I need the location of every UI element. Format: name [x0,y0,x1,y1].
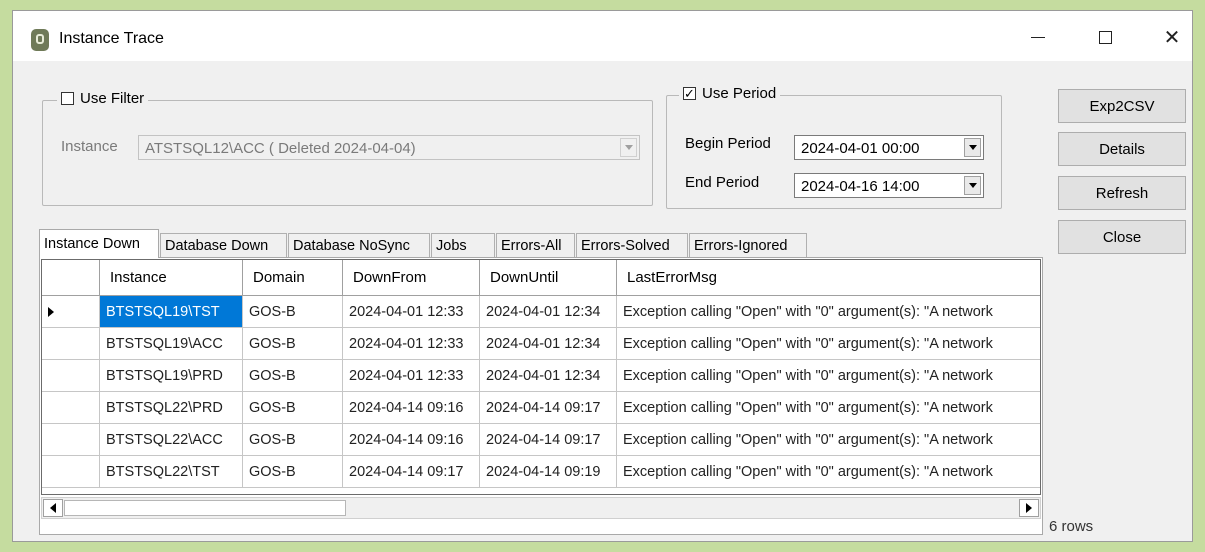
checkmark-icon: ✓ [684,86,695,101]
cell-instance[interactable]: BTSTSQL19\TST [100,296,243,328]
tab-errors-ignored[interactable]: Errors-Ignored [689,233,807,257]
row-header[interactable] [42,456,100,488]
window-title: Instance Trace [59,30,164,47]
row-header-corner [42,260,100,296]
end-period-datepicker[interactable]: 2024-04-16 14:00 [794,173,984,198]
begin-period-dropdown-button[interactable] [964,138,981,157]
arrow-right-icon [1026,503,1032,513]
use-filter-label: Use Filter [80,90,145,107]
horizontal-scrollbar[interactable] [41,497,1041,519]
tab-jobs[interactable]: Jobs [431,233,495,257]
tab-instance-down[interactable]: Instance Down [39,229,159,258]
scroll-left-button[interactable] [43,499,63,517]
cell-downfrom[interactable]: 2024-04-01 12:33 [343,296,480,328]
scroll-right-button[interactable] [1019,499,1039,517]
cell-lasterrormsg[interactable]: Exception calling "Open" with "0" argume… [617,424,1040,456]
arrow-left-icon [50,503,56,513]
cell-downuntil[interactable]: 2024-04-01 12:34 [480,328,617,360]
row-header[interactable] [42,424,100,456]
cell-domain[interactable]: GOS-B [243,328,343,360]
database-app-icon [31,29,49,51]
use-period-checkbox-row[interactable]: ✓ Use Period [679,85,781,102]
tab-database-down[interactable]: Database Down [160,233,287,257]
details-button[interactable]: Details [1058,132,1186,166]
refresh-button[interactable]: Refresh [1058,176,1186,210]
use-filter-checkbox[interactable] [61,92,74,105]
cell-domain[interactable]: GOS-B [243,392,343,424]
cell-lasterrormsg[interactable]: Exception calling "Open" with "0" argume… [617,456,1040,488]
close-icon: ✕ [1163,26,1181,49]
tab-panel-instance-down: Instance Domain DownFrom DownUntil LastE… [39,257,1043,535]
minimize-button[interactable] [1016,17,1060,57]
filter-groupbox: Use Filter Instance ATSTSQL12\ACC ( Dele… [42,90,653,206]
begin-period-datepicker[interactable]: 2024-04-01 00:00 [794,135,984,160]
begin-period-label: Begin Period [685,135,771,152]
cell-lasterrormsg[interactable]: Exception calling "Open" with "0" argume… [617,360,1040,392]
minimize-icon [1031,36,1045,38]
row-header[interactable] [42,296,100,328]
cell-downuntil[interactable]: 2024-04-01 12:34 [480,360,617,392]
cell-downuntil[interactable]: 2024-04-01 12:34 [480,296,617,328]
cell-downuntil[interactable]: 2024-04-14 09:17 [480,424,617,456]
cell-downuntil[interactable]: 2024-04-14 09:19 [480,456,617,488]
instance-combobox[interactable]: ATSTSQL12\ACC ( Deleted 2024-04-04) [138,135,640,160]
cell-domain[interactable]: GOS-B [243,296,343,328]
cell-instance[interactable]: BTSTSQL22\TST [100,456,243,488]
column-header-lasterrormsg[interactable]: LastErrorMsg [617,260,1040,296]
title-bar[interactable]: Instance Trace ✕ [13,11,1192,61]
cell-downfrom[interactable]: 2024-04-14 09:17 [343,456,480,488]
cell-lasterrormsg[interactable]: Exception calling "Open" with "0" argume… [617,328,1040,360]
exp2csv-button[interactable]: Exp2CSV [1058,89,1186,123]
maximize-button[interactable] [1083,17,1127,57]
current-row-pointer-icon [48,306,54,317]
cell-downfrom[interactable]: 2024-04-14 09:16 [343,424,480,456]
use-period-label: Use Period [702,85,777,102]
cell-downfrom[interactable]: 2024-04-01 12:33 [343,360,480,392]
instance-label: Instance [61,138,118,155]
cell-domain[interactable]: GOS-B [243,424,343,456]
column-header-downuntil[interactable]: DownUntil [480,260,617,296]
begin-period-value: 2024-04-01 00:00 [801,140,920,157]
instance-trace-window: Instance Trace ✕ Use Filter Instance ATS… [12,10,1193,542]
tab-errors-all[interactable]: Errors-All [496,233,575,257]
cell-lasterrormsg[interactable]: Exception calling "Open" with "0" argume… [617,392,1040,424]
cell-instance[interactable]: BTSTSQL22\ACC [100,424,243,456]
row-count-status: 6 rows [1049,518,1094,535]
chevron-down-icon [624,145,633,150]
end-period-label: End Period [685,174,760,191]
cell-instance[interactable]: BTSTSQL19\PRD [100,360,243,392]
chevron-down-icon [968,183,977,188]
chevron-down-icon [968,145,977,150]
use-filter-checkbox-row[interactable]: Use Filter [57,90,149,107]
cell-domain[interactable]: GOS-B [243,456,343,488]
maximize-icon [1098,30,1112,44]
cell-downfrom[interactable]: 2024-04-14 09:16 [343,392,480,424]
end-period-dropdown-button[interactable] [964,176,981,195]
cell-instance[interactable]: BTSTSQL19\ACC [100,328,243,360]
instance-dropdown-button[interactable] [620,138,637,157]
close-button[interactable]: Close [1058,220,1186,254]
row-header[interactable] [42,360,100,392]
cell-domain[interactable]: GOS-B [243,360,343,392]
cell-downfrom[interactable]: 2024-04-01 12:33 [343,328,480,360]
column-header-downfrom[interactable]: DownFrom [343,260,480,296]
end-period-value: 2024-04-16 14:00 [801,178,920,195]
period-groupbox: ✓ Use Period Begin Period 2024-04-01 00:… [666,85,1002,209]
tab-errors-solved[interactable]: Errors-Solved [576,233,688,257]
row-header[interactable] [42,392,100,424]
row-header[interactable] [42,328,100,360]
cell-instance[interactable]: BTSTSQL22\PRD [100,392,243,424]
column-header-domain[interactable]: Domain [243,260,343,296]
close-window-button[interactable]: ✕ [1150,17,1192,57]
column-header-instance[interactable]: Instance [100,260,243,296]
cell-downuntil[interactable]: 2024-04-14 09:17 [480,392,617,424]
instance-down-grid[interactable]: Instance Domain DownFrom DownUntil LastE… [41,259,1041,495]
instance-combobox-value: ATSTSQL12\ACC ( Deleted 2024-04-04) [145,140,416,157]
scroll-thumb[interactable] [64,500,346,516]
use-period-checkbox[interactable]: ✓ [683,87,696,100]
tab-database-nosync[interactable]: Database NoSync [288,233,430,257]
cell-lasterrormsg[interactable]: Exception calling "Open" with "0" argume… [617,296,1040,328]
